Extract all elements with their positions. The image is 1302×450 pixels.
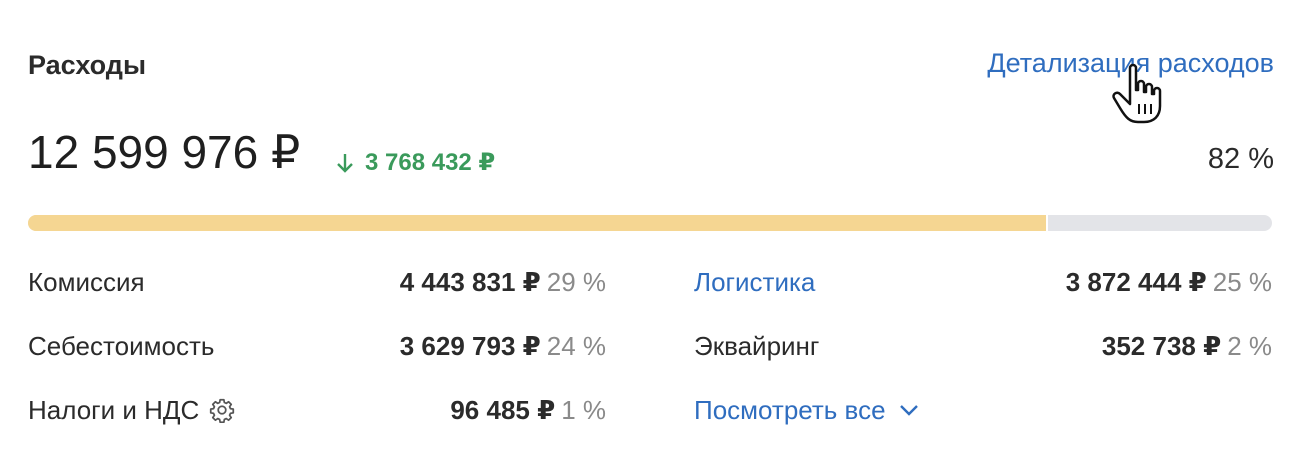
- expense-row-cost: Себестоимость 3 629 793 ₽24 %: [28, 326, 606, 366]
- expense-label-with-icon: Налоги и НДС: [28, 395, 235, 426]
- expense-amount: 3 629 793 ₽: [399, 330, 541, 361]
- expense-amount: 96 485 ₽: [450, 394, 556, 425]
- progress-fill: [28, 215, 1049, 231]
- expense-value: 3 629 793 ₽24 %: [400, 331, 606, 362]
- expense-percent: 2 %: [1227, 330, 1272, 361]
- expenses-card: Расходы Детализация расходов 12 599 976 …: [28, 0, 1274, 450]
- expense-row-taxes: Налоги и НДС 96 485 ₽1 %: [28, 390, 606, 430]
- show-all-link[interactable]: Посмотреть все: [694, 395, 920, 426]
- show-all-label: Посмотреть все: [694, 394, 886, 425]
- expense-label: Эквайринг: [694, 330, 820, 361]
- expense-percent: 29 %: [546, 266, 606, 297]
- card-title: Расходы: [28, 50, 147, 80]
- expenses-delta: 3 768 432 ₽: [334, 148, 495, 177]
- delta-value: 3 768 432 ₽: [365, 149, 496, 176]
- expense-amount: 352 738 ₽: [1101, 330, 1222, 361]
- expense-amount: 3 872 444 ₽: [1065, 266, 1207, 297]
- expense-percent: 1 %: [561, 394, 606, 425]
- expense-label: Себестоимость: [28, 330, 215, 361]
- expense-row-logistics: Логистика 3 872 444 ₽25 %: [694, 262, 1272, 302]
- arrow-down-icon: [337, 153, 353, 173]
- expense-value: 352 738 ₽2 %: [1102, 331, 1272, 362]
- chevron-down-icon: [899, 405, 918, 416]
- show-all-button[interactable]: Посмотреть все: [694, 390, 1272, 430]
- expense-value: 3 872 444 ₽25 %: [1066, 267, 1272, 298]
- expense-percent: 25 %: [1212, 266, 1272, 297]
- expense-label: Налоги и НДС: [28, 394, 200, 425]
- expense-label: Комиссия: [28, 266, 145, 297]
- expense-percent: 24 %: [546, 330, 606, 361]
- expense-row-acquiring: Эквайринг 352 738 ₽2 %: [694, 326, 1272, 366]
- expense-row-commission: Комиссия 4 443 831 ₽29 %: [28, 262, 606, 302]
- share-percent: 82 %: [1207, 143, 1274, 175]
- hand-pointer-icon: [1112, 63, 1162, 124]
- total-expenses: 12 599 976 ₽: [28, 126, 301, 178]
- expense-value: 96 485 ₽1 %: [450, 395, 606, 426]
- logistics-link[interactable]: Логистика: [694, 267, 815, 298]
- expenses-progress-bar: [28, 215, 1272, 231]
- expense-amount: 4 443 831 ₽: [399, 266, 541, 297]
- gear-icon[interactable]: [209, 397, 235, 423]
- expense-value: 4 443 831 ₽29 %: [400, 267, 606, 298]
